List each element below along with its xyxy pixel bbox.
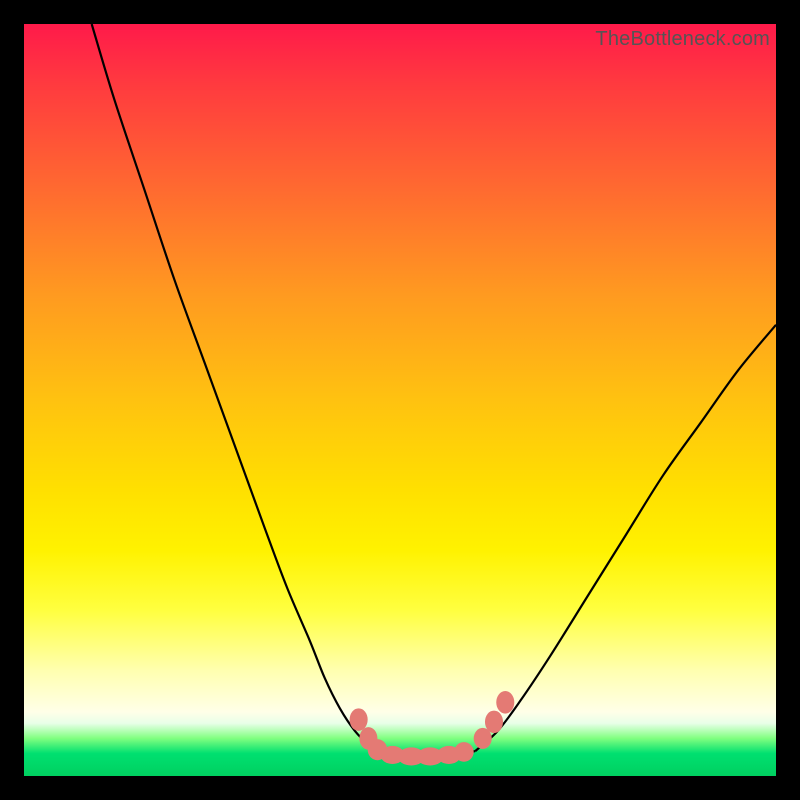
curve-marker [485, 711, 503, 734]
chart-gradient-frame: TheBottleneck.com [24, 24, 776, 776]
bottleneck-curve-plot [24, 24, 776, 776]
curve-right-branch [475, 325, 776, 751]
curve-marker [350, 708, 368, 731]
curve-marker [454, 742, 474, 762]
watermark-text: TheBottleneck.com [595, 28, 770, 51]
curve-left-branch [92, 24, 382, 753]
marker-cluster [350, 691, 515, 765]
curve-marker [496, 691, 514, 714]
